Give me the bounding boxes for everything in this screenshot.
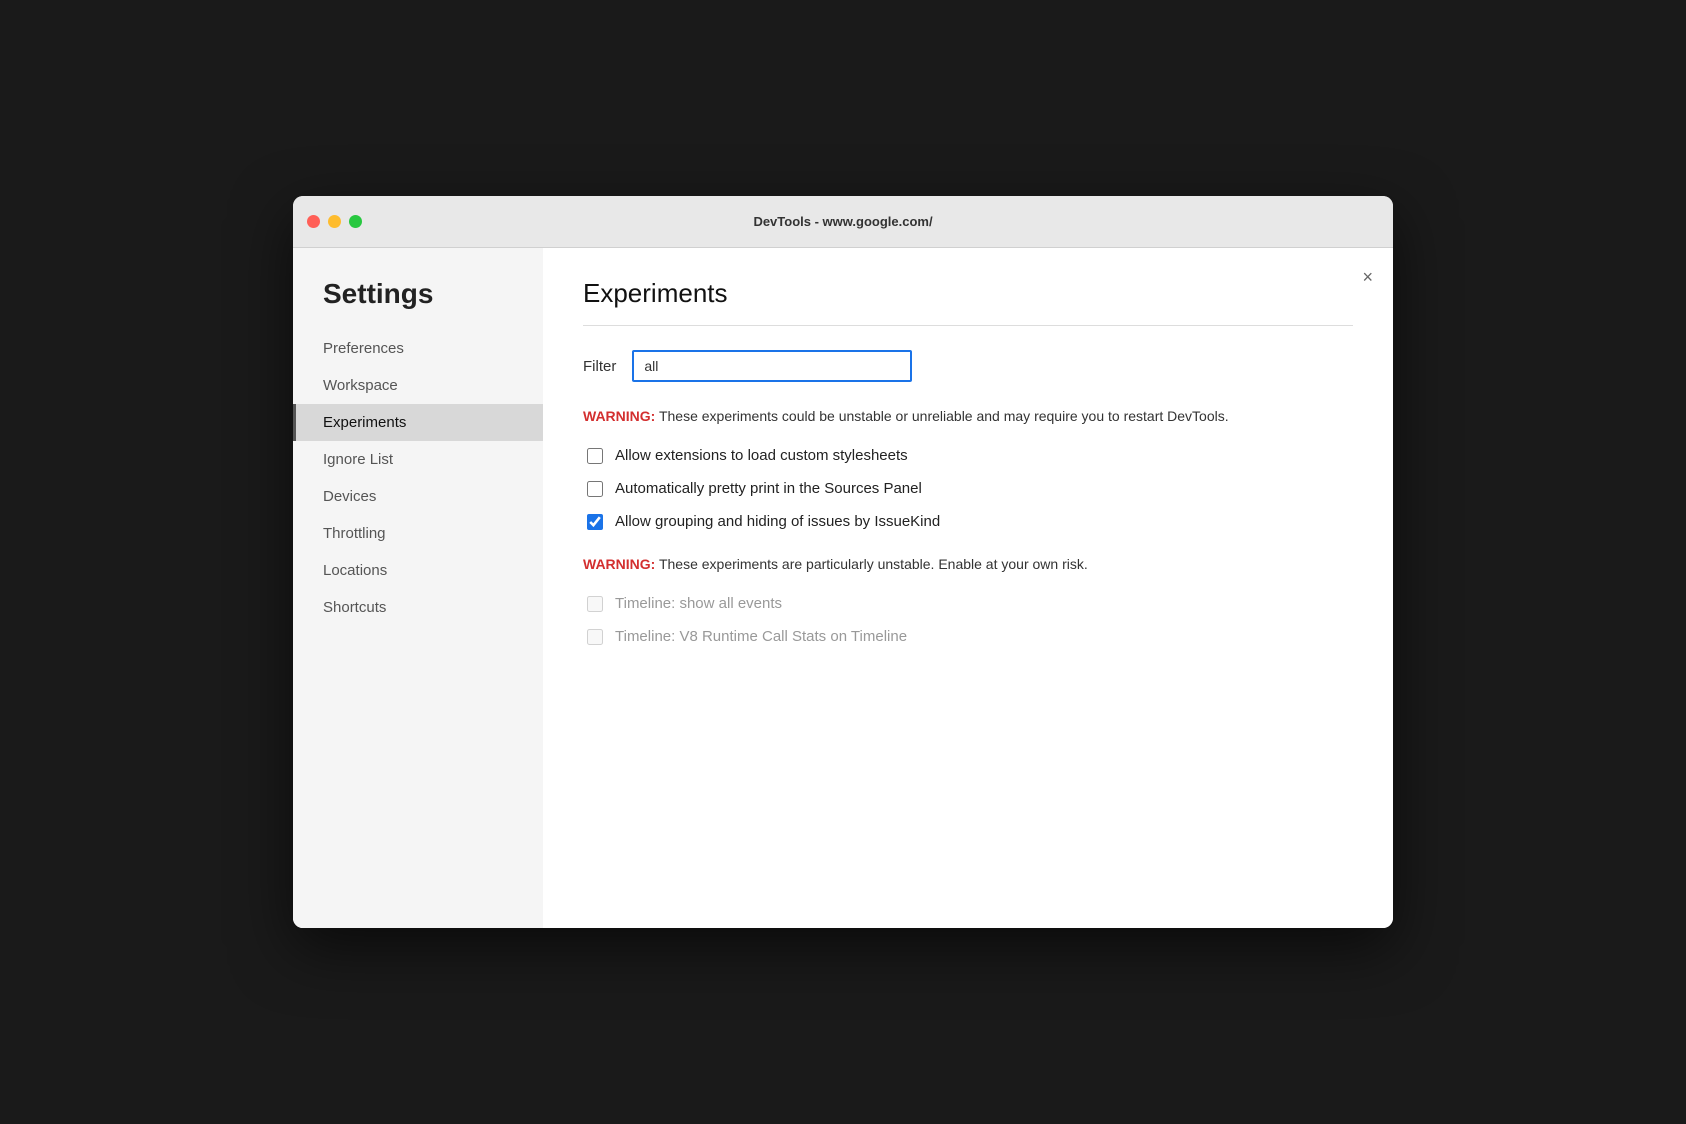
filter-input[interactable] [632,350,912,382]
sidebar: Settings Preferences Workspace Experimen… [293,248,543,928]
warning-block-2: WARNING: These experiments are particula… [583,554,1353,575]
checkbox-label-v8-runtime[interactable]: Timeline: V8 Runtime Call Stats on Timel… [615,628,907,645]
checkbox-v8-runtime[interactable] [587,629,603,645]
close-traffic-light[interactable] [307,215,320,228]
sidebar-title: Settings [293,278,543,330]
checkbox-item-3: Allow grouping and hiding of issues by I… [583,513,1353,530]
close-button[interactable]: × [1362,268,1373,286]
checkbox-extensions[interactable] [587,448,603,464]
maximize-traffic-light[interactable] [349,215,362,228]
checkbox-label-pretty-print[interactable]: Automatically pretty print in the Source… [615,480,922,497]
main-content: × Experiments Filter WARNING: These expe… [543,248,1393,928]
checkbox-item-5: Timeline: V8 Runtime Call Stats on Timel… [583,628,1353,645]
filter-row: Filter [583,350,1353,382]
sidebar-item-preferences[interactable]: Preferences [293,330,543,367]
stable-checkboxes: Allow extensions to load custom styleshe… [583,447,1353,530]
checkbox-item-1: Allow extensions to load custom styleshe… [583,447,1353,464]
checkbox-timeline-events[interactable] [587,596,603,612]
sidebar-item-throttling[interactable]: Throttling [293,515,543,552]
checkbox-label-extensions[interactable]: Allow extensions to load custom styleshe… [615,447,908,464]
warning-block-1: WARNING: These experiments could be unst… [583,406,1353,427]
sidebar-item-experiments[interactable]: Experiments [293,404,543,441]
sidebar-item-workspace[interactable]: Workspace [293,367,543,404]
filter-label: Filter [583,358,616,375]
checkbox-label-timeline-events[interactable]: Timeline: show all events [615,595,782,612]
warning-text-1: WARNING: These experiments could be unst… [583,406,1353,427]
sidebar-item-shortcuts[interactable]: Shortcuts [293,589,543,626]
window-body: Settings Preferences Workspace Experimen… [293,248,1393,928]
checkbox-issuekind[interactable] [587,514,603,530]
sidebar-item-ignore-list[interactable]: Ignore List [293,441,543,478]
checkbox-label-issuekind[interactable]: Allow grouping and hiding of issues by I… [615,513,940,530]
checkbox-pretty-print[interactable] [587,481,603,497]
unstable-checkboxes: Timeline: show all events Timeline: V8 R… [583,595,1353,645]
checkbox-item-4: Timeline: show all events [583,595,1353,612]
sidebar-item-devices[interactable]: Devices [293,478,543,515]
warning-message-1: These experiments could be unstable or u… [655,408,1228,424]
warning-label-2: WARNING: [583,556,655,572]
traffic-lights [307,215,362,228]
warning-message-2: These experiments are particularly unsta… [655,556,1087,572]
minimize-traffic-light[interactable] [328,215,341,228]
devtools-window: DevTools - www.google.com/ Settings Pref… [293,196,1393,928]
title-divider [583,325,1353,326]
window-title: DevTools - www.google.com/ [753,214,932,229]
titlebar: DevTools - www.google.com/ [293,196,1393,248]
sidebar-nav: Preferences Workspace Experiments Ignore… [293,330,543,626]
checkbox-item-2: Automatically pretty print in the Source… [583,480,1353,497]
warning-label-1: WARNING: [583,408,655,424]
sidebar-item-locations[interactable]: Locations [293,552,543,589]
page-title: Experiments [583,278,1353,309]
warning-text-2: WARNING: These experiments are particula… [583,554,1353,575]
